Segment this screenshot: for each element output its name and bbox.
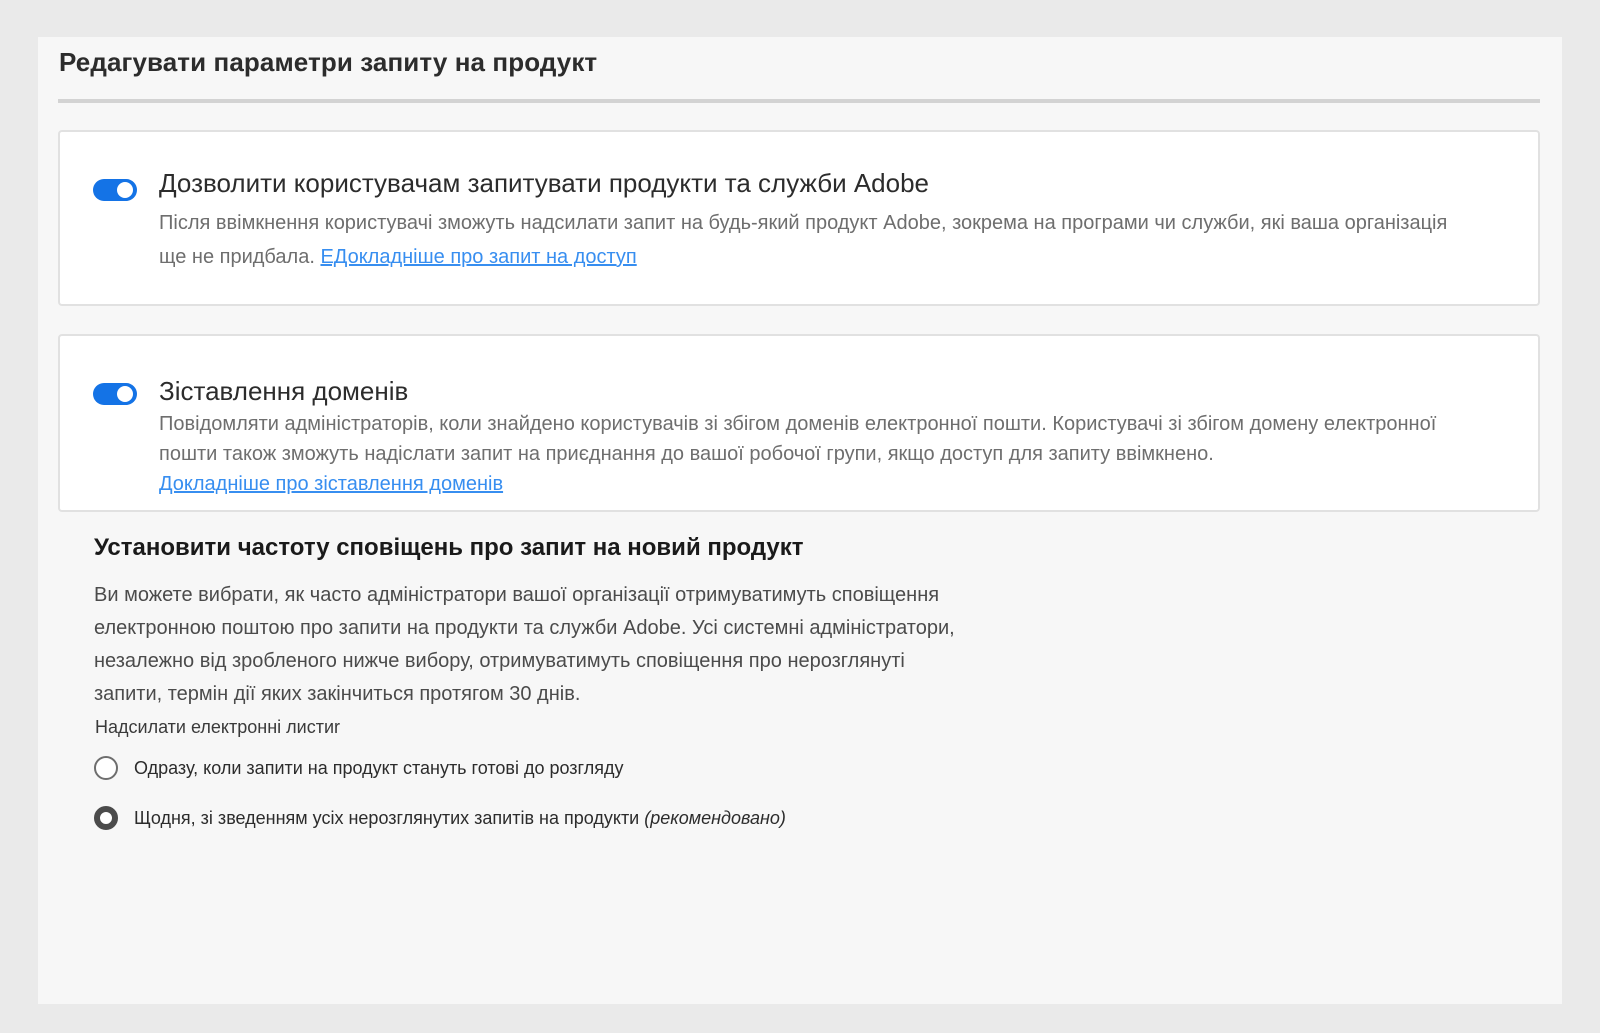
send-emails-label: Надсилати електронні листиr [95, 717, 340, 737]
allow-requests-title: Дозволити користувачам запитувати продук… [159, 168, 930, 198]
radio-option-label: Щодня, зі зведенням усіх нерозглянутих з… [134, 808, 786, 829]
allow-requests-toggle[interactable] [93, 179, 137, 201]
title-divider [58, 99, 1540, 103]
request-settings-panel: Редагувати параметри запиту на продукт Д… [38, 37, 1562, 1004]
allow-requests-card: Дозволити користувачам запитувати продук… [58, 130, 1540, 306]
domain-matching-description-text: Повідомляти адміністраторів, коли знайде… [159, 413, 1437, 465]
radio-option-immediately[interactable]: Одразу, коли запити на продукт стануть г… [94, 755, 623, 781]
radio-option-label: Одразу, коли запити на продукт стануть г… [134, 758, 623, 779]
page-title: Редагувати параметри запиту на продукт [59, 47, 598, 77]
learn-more-access-request-link[interactable]: ЕДокладніше про запит на доступ [320, 246, 636, 268]
radio-option-label-text: Одразу, коли запити на продукт стануть г… [134, 757, 624, 778]
radio-button-unchecked[interactable] [94, 756, 118, 780]
allow-requests-description: Після ввімкнення користувачі зможуть над… [159, 206, 1459, 274]
domain-matching-description: Повідомляти адміністраторів, коли знайде… [159, 409, 1459, 499]
radio-option-label-text: Щодня, зі зведенням усіх нерозглянутих з… [134, 807, 645, 828]
radio-option-daily[interactable]: Щодня, зі зведенням усіх нерозглянутих з… [94, 805, 786, 831]
radio-button-checked[interactable] [94, 806, 118, 830]
domain-matching-card: Зіставлення доменів Повідомляти адмініст… [58, 334, 1540, 512]
domain-matching-toggle[interactable] [93, 383, 137, 405]
toggle-knob [117, 386, 133, 402]
notification-frequency-heading: Установити частоту сповіщень про запит н… [94, 534, 804, 561]
domain-matching-title: Зіставлення доменів [159, 376, 409, 406]
learn-more-domain-matching-link[interactable]: Докладніше про зіставлення доменів [159, 473, 503, 495]
recommended-tag: (рекомендовано) [644, 807, 786, 828]
notification-frequency-description: Ви можете вибрати, як часто адміністрато… [94, 584, 955, 705]
toggle-knob [117, 182, 133, 198]
